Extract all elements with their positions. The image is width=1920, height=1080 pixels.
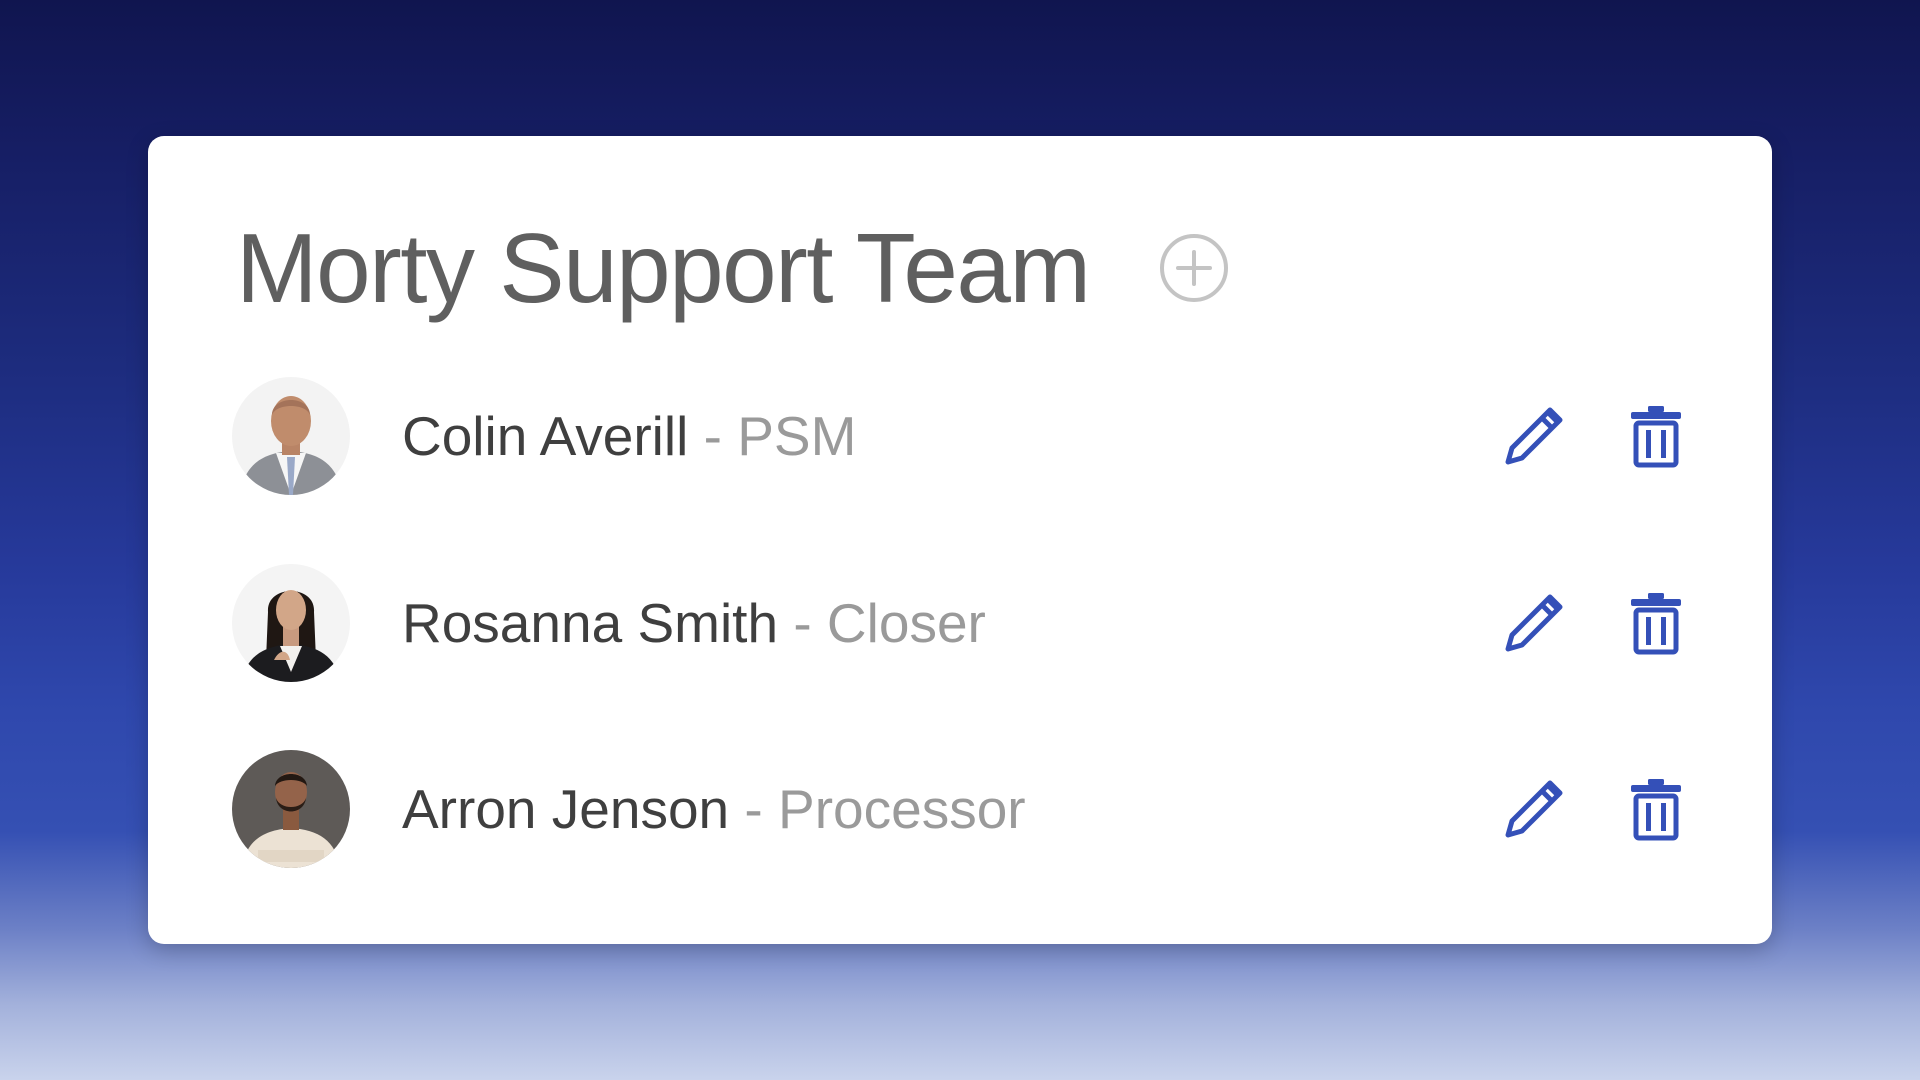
trash-icon (1631, 779, 1681, 841)
pencil-icon (1505, 407, 1563, 465)
member-role: PSM (737, 404, 857, 467)
trash-icon (1631, 406, 1681, 468)
delete-member-button[interactable] (1620, 587, 1692, 659)
team-card: Morty Support Team Colin Averill - PSM R… (148, 136, 1772, 944)
pencil-icon (1505, 780, 1563, 838)
row-actions (1498, 375, 1692, 497)
member-separator: - (744, 777, 763, 840)
avatar (232, 750, 350, 868)
add-member-button[interactable] (1158, 232, 1230, 304)
member-row: Arron Jenson - Processor (232, 748, 1692, 870)
member-separator: - (703, 404, 722, 467)
member-name: Rosanna Smith (402, 591, 779, 654)
plus-circle-icon (1159, 234, 1228, 302)
trash-icon (1631, 593, 1681, 655)
member-label: Arron Jenson - Processor (402, 781, 1026, 837)
member-role: Processor (778, 777, 1026, 840)
row-actions (1498, 748, 1692, 870)
avatar (232, 564, 350, 682)
pencil-icon (1505, 594, 1563, 652)
member-name: Arron Jenson (402, 777, 730, 840)
member-name: Colin Averill (402, 404, 689, 467)
edit-member-button[interactable] (1498, 587, 1570, 659)
row-actions (1498, 562, 1692, 684)
delete-member-button[interactable] (1620, 400, 1692, 472)
avatar (232, 377, 350, 495)
member-separator: - (793, 591, 812, 654)
edit-member-button[interactable] (1498, 773, 1570, 845)
member-label: Colin Averill - PSM (402, 408, 856, 464)
member-label: Rosanna Smith - Closer (402, 595, 986, 651)
member-role: Closer (826, 591, 986, 654)
member-row: Colin Averill - PSM (232, 375, 1692, 497)
member-row: Rosanna Smith - Closer (232, 562, 1692, 684)
card-header: Morty Support Team (236, 208, 1230, 328)
team-title: Morty Support Team (236, 213, 1091, 323)
delete-member-button[interactable] (1620, 773, 1692, 845)
edit-member-button[interactable] (1498, 400, 1570, 472)
